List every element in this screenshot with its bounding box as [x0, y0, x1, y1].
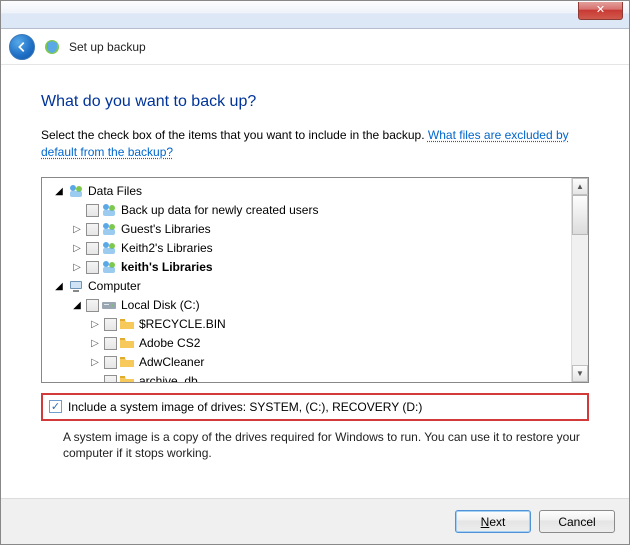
scrollbar[interactable]: ▲ ▼ [571, 178, 588, 382]
folder-icon [119, 335, 135, 351]
system-image-description: A system image is a copy of the drives r… [41, 429, 589, 463]
expander-closed-icon[interactable]: ▷ [88, 355, 102, 369]
tree-checkbox[interactable] [104, 356, 117, 369]
footer: Next Cancel [1, 498, 629, 544]
tree-row-label: AdwCleaner [137, 355, 204, 369]
drive-icon [101, 297, 117, 313]
tree-row-label: Guest's Libraries [119, 222, 211, 236]
tree-row-label: keith's Libraries [119, 260, 213, 274]
header-title: Set up backup [69, 40, 146, 54]
expander-closed-icon[interactable]: ▷ [70, 260, 84, 274]
expander-open-icon[interactable]: ◢ [70, 298, 84, 312]
expander-closed-icon[interactable]: ▷ [70, 222, 84, 236]
computer-icon [68, 278, 84, 294]
expander-none [70, 203, 84, 217]
tree-row[interactable]: ▷ AdwCleaner [46, 353, 571, 372]
close-button[interactable]: ✕ [578, 2, 623, 20]
expander-open-icon[interactable]: ◢ [52, 279, 66, 293]
page-heading: What do you want to back up? [41, 93, 589, 111]
cancel-button[interactable]: Cancel [539, 510, 615, 533]
scroll-up-button[interactable]: ▲ [572, 178, 588, 195]
content-area: What do you want to back up? Select the … [1, 65, 629, 462]
tree-row[interactable]: ▷ $RECYCLE.BIN [46, 315, 571, 334]
folder-icon [119, 373, 135, 382]
header: Set up backup [1, 29, 629, 65]
tree-row[interactable]: Back up data for newly created users [46, 201, 571, 220]
tree-row[interactable]: ▷ Adobe CS2 [46, 334, 571, 353]
expander-none [88, 374, 102, 382]
instruction-pre: Select the check box of the items that y… [41, 128, 428, 142]
people-icon [101, 221, 117, 237]
expander-closed-icon[interactable]: ▷ [70, 241, 84, 255]
expander-closed-icon[interactable]: ▷ [88, 317, 102, 331]
scroll-down-button[interactable]: ▼ [572, 365, 588, 382]
backup-shield-icon [43, 38, 61, 56]
tree-row-label: Adobe CS2 [137, 336, 200, 350]
tree-checkbox[interactable] [86, 204, 99, 217]
tree-checkbox[interactable] [86, 242, 99, 255]
tree-row-label: Local Disk (C:) [119, 298, 200, 312]
people-icon [101, 240, 117, 256]
tree-row-label: Computer [86, 279, 141, 293]
system-image-checkbox[interactable]: ✓ [49, 400, 62, 413]
tree-row[interactable]: ▷ Guest's Libraries [46, 220, 571, 239]
tree-checkbox[interactable] [86, 299, 99, 312]
tree-row[interactable]: archive_db [46, 372, 571, 382]
tree-row[interactable]: ◢ Local Disk (C:) [46, 296, 571, 315]
tree-row-label: archive_db [137, 374, 198, 382]
folder-icon [119, 316, 135, 332]
tree-view[interactable]: ◢ Data Files Back up data for newly create… [42, 178, 571, 382]
tree-row[interactable]: ▷ keith's Libraries [46, 258, 571, 277]
tree-row[interactable]: ◢ Data Files [46, 182, 571, 201]
titlebar: ✕ [1, 1, 629, 29]
system-image-label: Include a system image of drives: SYSTEM… [68, 400, 422, 414]
tree-box: ◢ Data Files Back up data for newly create… [41, 177, 589, 383]
people-icon [68, 183, 84, 199]
tree-row-label: Data Files [86, 184, 142, 198]
system-image-block: ✓ Include a system image of drives: SYST… [41, 393, 589, 421]
tree-checkbox[interactable] [104, 337, 117, 350]
people-icon [101, 259, 117, 275]
tree-row-label: Back up data for newly created users [119, 203, 318, 217]
tree-checkbox[interactable] [104, 318, 117, 331]
tree-row[interactable]: ▷ Keith2's Libraries [46, 239, 571, 258]
expander-open-icon[interactable]: ◢ [52, 184, 66, 198]
tree-row[interactable]: ◢ Computer [46, 277, 571, 296]
back-arrow-icon [15, 40, 29, 54]
tree-checkbox[interactable] [104, 375, 117, 382]
people-icon [101, 202, 117, 218]
tree-row-label: $RECYCLE.BIN [137, 317, 226, 331]
back-button[interactable] [9, 34, 35, 60]
tree-row-label: Keith2's Libraries [119, 241, 213, 255]
scroll-thumb[interactable] [572, 195, 588, 235]
next-button[interactable]: Next [455, 510, 531, 533]
tree-checkbox[interactable] [86, 261, 99, 274]
folder-icon [119, 354, 135, 370]
instruction-text: Select the check box of the items that y… [41, 127, 589, 161]
expander-closed-icon[interactable]: ▷ [88, 336, 102, 350]
tree-checkbox[interactable] [86, 223, 99, 236]
